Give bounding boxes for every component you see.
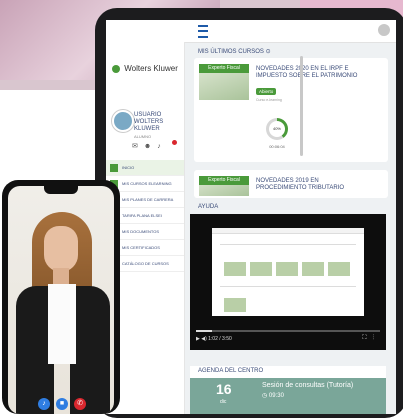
video-frame [212, 228, 364, 316]
agenda-title: AGENDA DEL CENTRO [198, 368, 264, 374]
tablet-screen: Wolters Kluwer USUARIO WOLTERS KLUWER AL… [106, 20, 396, 414]
end-call-button[interactable]: ✆ [74, 398, 86, 410]
course-card[interactable]: Experto Fiscal NOVEDADES 2020 EN EL IRPF… [194, 58, 388, 162]
agenda-event-title: Sesión de consultas (Tutoría) [262, 382, 354, 389]
agenda-event-card[interactable]: 16 dic Sesión de consultas (Tutoría) ◷ 0… [190, 378, 386, 414]
sidebar-item-label: TARIFA PLANA ELSEI [122, 213, 162, 218]
video-line [220, 286, 356, 287]
course-tag: Experto Fiscal [199, 176, 249, 185]
video-thumb [302, 262, 324, 276]
video-topbar [212, 228, 364, 234]
agenda-section: AGENDA DEL CENTRO 16 dic Sesión de consu… [190, 366, 386, 414]
course-subtitle: Curso e-learning [256, 98, 282, 102]
sidebar-item-label: INICIO [122, 165, 135, 170]
course-tag: Experto Fiscal [199, 64, 249, 73]
video-thumb [276, 262, 298, 276]
agenda-month: dic [220, 399, 227, 405]
video-thumb [328, 262, 350, 276]
person-face [44, 226, 78, 272]
user-avatar[interactable] [112, 110, 134, 132]
person-jacket [70, 286, 110, 414]
sidebar-item-inicio[interactable]: INICIO [106, 160, 184, 176]
course-time: 00:06:04 [269, 144, 285, 149]
agenda-day: 16 [216, 381, 232, 397]
video-progress [196, 330, 212, 332]
logo-icon [112, 64, 120, 73]
home-icon [110, 163, 118, 172]
help-title: AYUDA [198, 204, 219, 210]
play-icon[interactable]: ▶ ◀) [196, 336, 207, 342]
top-bar [106, 20, 396, 43]
notification-badge [172, 140, 177, 145]
fullscreen-icon[interactable]: ⛶ [362, 335, 372, 341]
video-thumb [224, 298, 246, 312]
users-icon[interactable]: ☻ [144, 143, 157, 150]
menu-icon[interactable] [198, 25, 208, 38]
video-time: ▶ ◀) 1:02 / 3:50 [196, 336, 232, 342]
help-video[interactable]: ▶ ◀) 1:02 / 3:50 ⛶⋮ [190, 214, 386, 350]
avatar[interactable] [378, 24, 390, 36]
video-line [220, 244, 356, 245]
status-badge: Abierto [256, 88, 277, 95]
course-title[interactable]: NOVEDADES 2020 EN EL IRPF E IMPUESTO SOB… [256, 66, 366, 80]
sidebar-item-label: CATÁLOGO DE CURSOS [122, 261, 169, 266]
progress-ring: 40% [266, 118, 288, 140]
video-call-screen: ♪ ■ ✆ [8, 186, 114, 414]
mic-button[interactable]: ♪ [38, 398, 50, 410]
video-thumb [250, 262, 272, 276]
brand-name: Wolters Kluwer [124, 64, 178, 73]
video-controls: ▶ ◀) 1:02 / 3:50 ⛶⋮ [190, 324, 386, 350]
sidebar-item-label: MIS PLANES DE CARRERA [122, 197, 174, 202]
more-icon[interactable]: ⋮ [372, 335, 380, 341]
sidebar-item-label: MIS DOCUMENTOS [122, 229, 160, 234]
brand-logo[interactable]: Wolters Kluwer [112, 64, 178, 73]
mail-icon[interactable]: ✉ [132, 143, 144, 150]
phone-notch [44, 186, 78, 194]
person-shirt [48, 284, 76, 364]
info-icon[interactable]: ⊙ [266, 49, 271, 55]
user-name: USUARIO WOLTERS KLUWER [134, 112, 164, 132]
bell-icon[interactable]: ♪ [157, 143, 167, 150]
sidebar-item-label: MIS CERTIFICADOS [122, 245, 160, 250]
video-seekbar[interactable] [196, 330, 380, 332]
clock-icon: ◷ [262, 393, 268, 399]
progress-label: 40% [269, 121, 285, 137]
course-title[interactable]: NOVEDADES 2019 EN PROCEDIMIENTO TRIBUTAR… [256, 178, 366, 192]
video-thumb [224, 262, 246, 276]
user-actions: ✉☻♪ [132, 142, 167, 150]
course-card[interactable]: Experto Fiscal NOVEDADES 2019 EN PROCEDI… [194, 170, 388, 198]
sidebar-item-label: MIS CURSOS ELEARNING [122, 181, 172, 186]
camera-button[interactable]: ■ [56, 398, 68, 410]
scrollbar[interactable] [300, 56, 303, 156]
video-icons: ⛶⋮ [362, 335, 380, 342]
courses-title: MIS ÚLTIMOS CURSOS ⊙ [198, 49, 271, 55]
user-role: ALUMNO [134, 134, 152, 139]
agenda-time: ◷ 09:30 [262, 393, 284, 399]
